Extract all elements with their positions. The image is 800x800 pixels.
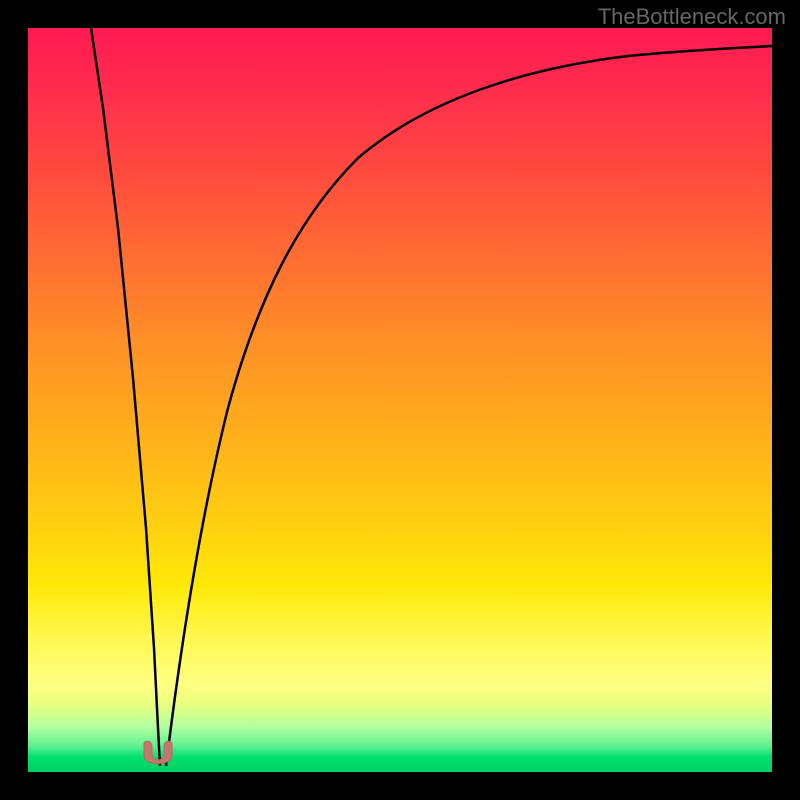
- chart-area: [28, 28, 772, 772]
- optimal-marker: [138, 740, 178, 768]
- attribution-text: TheBottleneck.com: [598, 4, 786, 30]
- bottleneck-curve: [28, 28, 772, 772]
